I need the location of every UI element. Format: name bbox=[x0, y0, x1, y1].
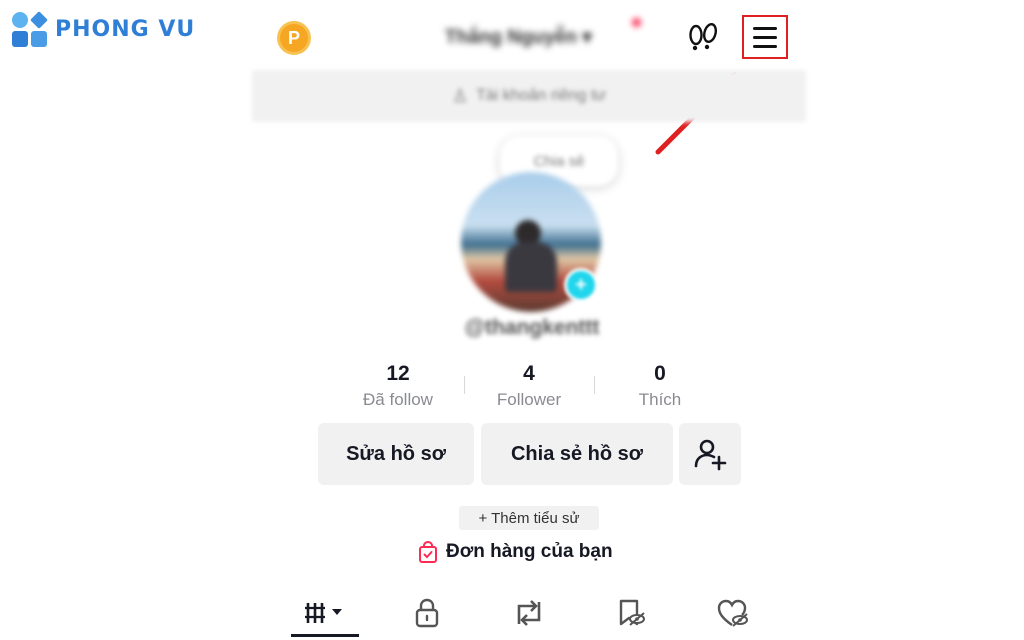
stat-value: 0 bbox=[654, 362, 666, 385]
phong-vu-logo-icon bbox=[12, 11, 48, 47]
hamburger-line bbox=[753, 35, 777, 39]
orders-link[interactable]: Đơn hàng của bạn bbox=[418, 541, 613, 563]
footprints-icon[interactable] bbox=[686, 22, 720, 52]
username-switcher[interactable]: Thắng Nguyễn ▾ bbox=[445, 18, 641, 49]
coin-icon[interactable]: P bbox=[277, 21, 311, 55]
stat-divider bbox=[594, 376, 595, 394]
notification-dot bbox=[632, 18, 641, 27]
avatar-photo-body bbox=[505, 242, 557, 292]
phong-vu-watermark-logo: PHONG VU bbox=[12, 11, 196, 47]
favorites-icon bbox=[619, 599, 645, 626]
username-text: Thắng Nguyễn bbox=[445, 27, 577, 48]
stat-value: 12 bbox=[386, 362, 410, 385]
lock-icon bbox=[415, 598, 439, 628]
stat-label: Follower bbox=[496, 390, 562, 409]
account-privacy-label: Tài khoản riêng tư bbox=[476, 87, 607, 104]
tab-reposts[interactable] bbox=[494, 592, 564, 634]
tab-favorites[interactable] bbox=[596, 592, 666, 634]
shopping-bag-icon bbox=[419, 541, 437, 563]
stat-value: 4 bbox=[523, 362, 535, 385]
add-friend-icon bbox=[694, 439, 727, 471]
tab-liked[interactable] bbox=[698, 592, 768, 634]
hamburger-menu-button[interactable] bbox=[742, 15, 788, 59]
orders-label: Đơn hàng của bạn bbox=[446, 541, 613, 562]
videos-grid-icon bbox=[305, 603, 342, 623]
tab-videos[interactable] bbox=[290, 592, 360, 634]
profile-handle: @thangkenttt bbox=[464, 316, 600, 339]
add-bio-button[interactable]: + Thêm tiểu sử bbox=[459, 506, 599, 530]
edit-profile-button[interactable]: Sửa hồ sơ bbox=[318, 423, 474, 485]
repost-icon bbox=[517, 600, 541, 626]
share-profile-button[interactable]: Chia sẻ hồ sơ bbox=[481, 423, 673, 485]
account-privacy-strip[interactable]: ♙ Tài khoản riêng tư bbox=[252, 70, 806, 122]
stat-followers[interactable]: 4 Follower bbox=[469, 362, 589, 410]
tab-selected-underline bbox=[291, 634, 359, 637]
tab-private[interactable] bbox=[392, 592, 462, 634]
stat-following[interactable]: 12 Đã follow bbox=[338, 362, 458, 410]
hamburger-line bbox=[753, 44, 777, 48]
stat-label: Đã follow bbox=[363, 390, 433, 409]
add-avatar-badge[interactable]: + bbox=[564, 268, 598, 302]
hamburger-line bbox=[753, 26, 777, 30]
user-icon: ♙ bbox=[451, 85, 469, 106]
watermark-brand-text: PHONG VU bbox=[55, 17, 196, 42]
add-friend-button[interactable] bbox=[679, 423, 741, 485]
stat-label: Thích bbox=[638, 390, 682, 409]
liked-icon bbox=[717, 599, 748, 627]
stat-likes[interactable]: 0 Thích bbox=[600, 362, 720, 410]
chevron-down-icon: ▾ bbox=[582, 27, 592, 48]
stat-divider bbox=[464, 376, 465, 394]
